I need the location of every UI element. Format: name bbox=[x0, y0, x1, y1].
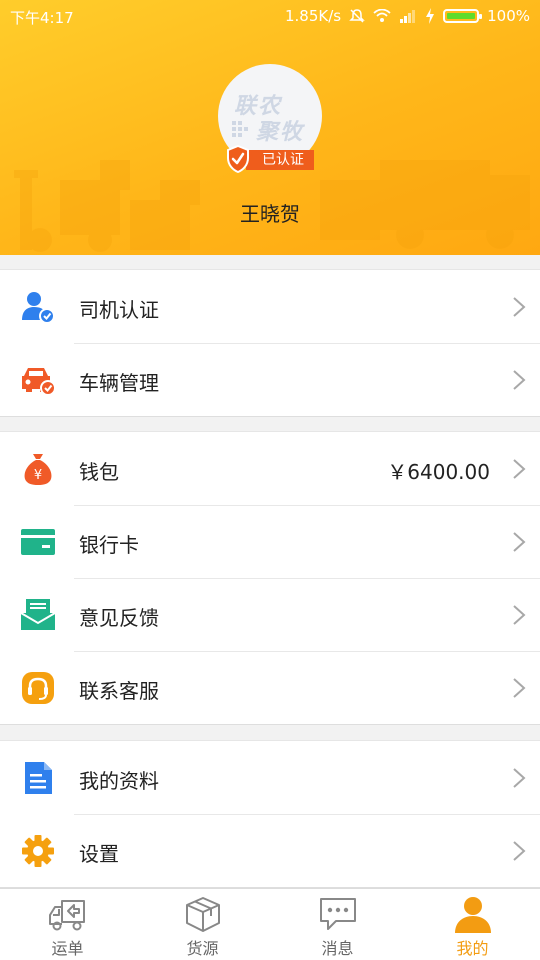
car-manage-icon bbox=[22, 368, 56, 396]
menu-item-vehicle-manage[interactable]: 车辆管理 bbox=[0, 343, 540, 416]
svg-text:¥: ¥ bbox=[34, 468, 42, 483]
nav-label: 货源 bbox=[186, 939, 219, 958]
avatar-logo-dots bbox=[232, 121, 248, 137]
nav-tab-cargo[interactable]: 货源 bbox=[135, 889, 270, 960]
signal-icon bbox=[400, 10, 416, 23]
menu-item-label: 银行卡 bbox=[79, 533, 139, 557]
chevron-right-icon bbox=[513, 297, 526, 317]
chevron-right-icon bbox=[513, 370, 526, 390]
chevron-right-icon bbox=[513, 678, 526, 698]
menu-item-settings[interactable]: 设置 bbox=[0, 814, 540, 887]
status-time: 下午4:17 bbox=[10, 9, 74, 27]
status-icons: 1.85K/s 100% bbox=[285, 7, 530, 25]
menu-group-finance: ¥ 钱包 ￥6400.00 银行卡 意见反馈 联系客服 bbox=[0, 431, 540, 725]
feedback-icon bbox=[20, 599, 56, 630]
message-icon bbox=[319, 898, 356, 930]
driver-verify-icon bbox=[22, 292, 55, 324]
verified-badge-label: 已认证 bbox=[246, 150, 314, 170]
menu-item-label: 设置 bbox=[79, 842, 119, 866]
chevron-right-icon bbox=[513, 532, 526, 552]
battery-level: 100% bbox=[487, 7, 530, 25]
nav-tab-mine[interactable]: 我的 bbox=[405, 889, 540, 960]
status-bar: 下午4:17 1.85K/s 100% bbox=[0, 0, 540, 32]
nav-tab-messages[interactable]: 消息 bbox=[270, 889, 405, 960]
menu-group-account: 司机认证 车辆管理 bbox=[0, 269, 540, 417]
chevron-right-icon bbox=[513, 605, 526, 625]
mute-icon bbox=[349, 9, 365, 23]
bank-card-icon bbox=[21, 529, 55, 555]
charging-icon bbox=[426, 8, 435, 24]
headset-icon bbox=[22, 672, 54, 704]
menu-item-label: 意见反馈 bbox=[79, 606, 159, 630]
menu-item-label: 司机认证 bbox=[79, 298, 159, 322]
menu-item-label: 钱包 bbox=[79, 460, 119, 484]
wallet-balance: ￥6400.00 bbox=[387, 460, 490, 484]
chevron-right-icon bbox=[513, 459, 526, 479]
profile-header: 下午4:17 1.85K/s 100% 联农 聚牧 已认证 王晓贺 bbox=[0, 0, 540, 255]
menu-item-label: 我的资料 bbox=[79, 769, 159, 793]
person-icon bbox=[454, 897, 491, 933]
avatar-logo-text-bottom: 聚牧 bbox=[256, 120, 305, 145]
money-bag-icon: ¥ bbox=[24, 454, 52, 485]
user-name: 王晓贺 bbox=[240, 202, 300, 226]
menu-item-bank-card[interactable]: 银行卡 bbox=[0, 505, 540, 578]
menu-item-feedback[interactable]: 意见反馈 bbox=[0, 578, 540, 651]
menu-item-label: 车辆管理 bbox=[79, 371, 159, 395]
shield-check-icon bbox=[227, 145, 249, 173]
chevron-right-icon bbox=[513, 768, 526, 788]
nav-label: 消息 bbox=[321, 939, 354, 958]
bottom-navigation: 运单 货源 消息 我的 bbox=[0, 888, 540, 960]
network-speed: 1.85K/s bbox=[285, 7, 342, 25]
chevron-right-icon bbox=[513, 841, 526, 861]
nav-label: 运单 bbox=[51, 939, 84, 958]
battery-icon bbox=[443, 9, 483, 23]
document-icon bbox=[25, 762, 52, 794]
wifi-icon bbox=[373, 9, 391, 22]
menu-item-label: 联系客服 bbox=[79, 679, 159, 703]
truck-icon bbox=[48, 900, 85, 931]
menu-item-wallet[interactable]: ¥ 钱包 ￥6400.00 bbox=[0, 432, 540, 505]
gear-icon bbox=[22, 835, 54, 867]
menu-item-driver-verify[interactable]: 司机认证 bbox=[0, 270, 540, 343]
menu-item-my-profile[interactable]: 我的资料 bbox=[0, 741, 540, 814]
verified-badge: 已认证 bbox=[226, 145, 316, 173]
box-icon bbox=[185, 897, 220, 932]
menu-item-customer-service[interactable]: 联系客服 bbox=[0, 651, 540, 724]
menu-group-personal: 我的资料 设置 bbox=[0, 740, 540, 888]
nav-label: 我的 bbox=[456, 939, 489, 958]
nav-tab-waybill[interactable]: 运单 bbox=[0, 889, 135, 960]
